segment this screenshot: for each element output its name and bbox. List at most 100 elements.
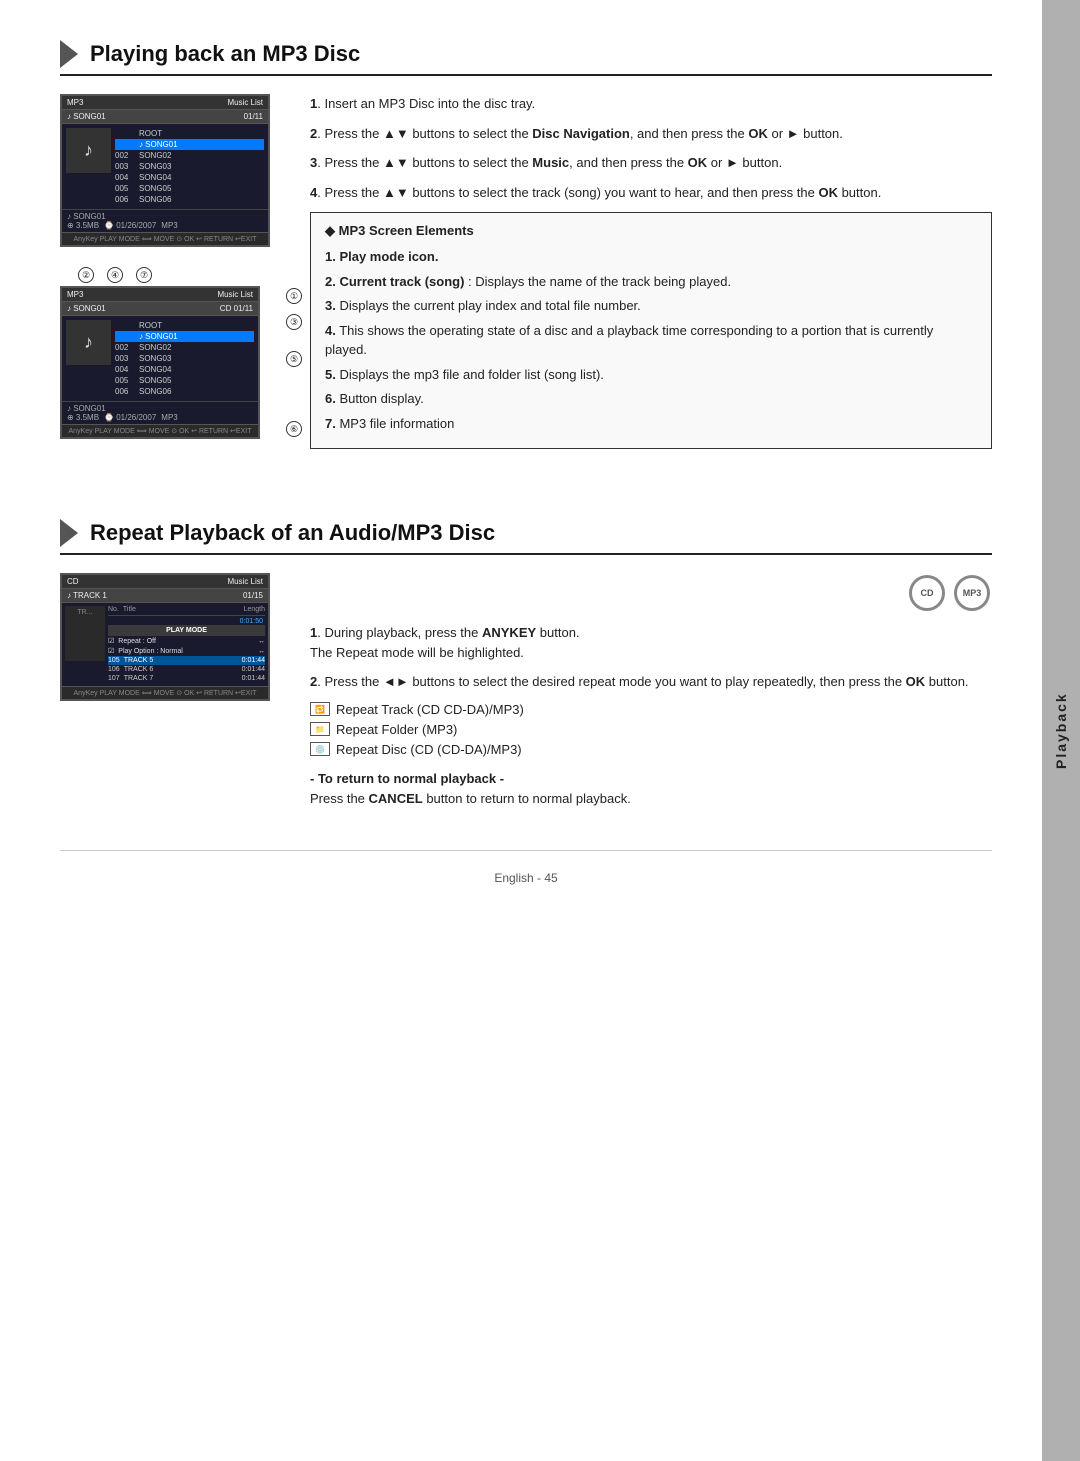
screen1-bottombar: AnyKey PLAY MODE ⟺ MOVE ⊙ OK ↩ RETURN ↩E… <box>62 232 268 245</box>
screen2-content: ♪ ROOT ♪ SONG01 002SONG02 <box>62 316 258 401</box>
callout-item-1: 1. Play mode icon. <box>325 247 977 267</box>
section1-right: 1. Insert an MP3 Disc into the disc tray… <box>310 94 992 449</box>
cd-row-6: 106 TRACK 6 0:01:44 <box>108 665 265 674</box>
anno-top-row: ② ④ ⑦ <box>60 267 280 283</box>
step2-2: 2. Press the ◄► buttons to select the de… <box>310 672 992 692</box>
step2-1: 1. During playback, press the ANYKEY but… <box>310 623 992 662</box>
cd-sub-right: 01/15 <box>243 591 263 600</box>
list-row: 003SONG03 <box>115 353 254 364</box>
list-row-highlighted: ♪ SONG01 <box>115 331 254 342</box>
callout-item-3: 3. Displays the current play index and t… <box>325 296 977 316</box>
screen2-subbar: ♪ SONG01 CD 01/11 <box>62 302 258 316</box>
list-row-highlighted: ♪ SONG01 <box>115 139 264 150</box>
cd-list: No. Title Length 0:01:50 PLAY MODE ☑ Rep… <box>108 606 265 683</box>
callout-title: MP3 Screen Elements <box>325 223 977 239</box>
cd-thumb: TR... <box>65 606 105 661</box>
anno-5: ⑤ <box>286 351 305 367</box>
screen2-topbar: MP3 Music List <box>62 288 258 302</box>
cd-time: 0:01:50 <box>108 618 265 625</box>
screen2-wrapper: ① ③ ⑤ ⑥ <box>60 286 280 439</box>
list-row: ROOT <box>115 320 254 331</box>
cd-row-5: 105 TRACK 5 0:01:44 <box>108 656 265 665</box>
mp3-screen1: MP3 Music List ♪ SONG01 01/11 ♪ ROOT <box>60 94 270 247</box>
callout-item-7: 7. MP3 file information <box>325 414 977 434</box>
section1-steps: 1. Insert an MP3 Disc into the disc tray… <box>310 94 992 202</box>
anno-4: ④ <box>107 267 123 283</box>
callout-box: MP3 Screen Elements 1. Play mode icon. 2… <box>310 212 992 449</box>
section1-title: Playing back an MP3 Disc <box>90 41 360 67</box>
list-row: 002SONG02 <box>115 150 264 161</box>
side-tab: Playback <box>1042 0 1080 1461</box>
screen1-content: ♪ ROOT ♪ SONG01 002SONG02 <box>62 124 268 209</box>
cd-row-7: 107 TRACK 7 0:01:44 <box>108 674 265 683</box>
screen1-topbar: MP3 Music List <box>62 96 268 110</box>
return-label: - To return to normal playback - <box>310 771 504 786</box>
screen2-sub-left: ♪ SONG01 <box>67 304 106 313</box>
cd-icon: CD <box>909 575 945 611</box>
screen1-subbar: ♪ SONG01 01/11 <box>62 110 268 124</box>
repeat-track: 🔁 Repeat Track (CD CD-DA)/MP3) <box>310 702 992 717</box>
list-row: ROOT <box>115 128 264 139</box>
step1: 1. Insert an MP3 Disc into the disc tray… <box>310 94 992 114</box>
return-section: - To return to normal playback - Press t… <box>310 769 992 811</box>
spacer1 <box>60 489 992 519</box>
section2-body: CD Music List ♪ TRACK 1 01/15 TR... <box>60 573 992 810</box>
anno-6: ⑥ <box>286 421 305 437</box>
section2-steps: 1. During playback, press the ANYKEY but… <box>310 623 992 692</box>
list-row: 004SONG04 <box>115 364 254 375</box>
section2-arrow <box>60 519 78 547</box>
cd-subbar: ♪ TRACK 1 01/15 <box>62 589 268 603</box>
screen2-top-right: Music List <box>217 290 253 299</box>
screen1-list: ROOT ♪ SONG01 002SONG02 003SONG03 <box>115 128 264 205</box>
callout-list: 1. Play mode icon. 2. Current track (son… <box>325 247 977 433</box>
cd-top-right: Music List <box>227 577 263 586</box>
cd-screen: CD Music List ♪ TRACK 1 01/15 TR... <box>60 573 270 701</box>
screen1-sub-right: 01/11 <box>244 112 263 121</box>
section1-arrow <box>60 40 78 68</box>
step3: 3. Press the ▲▼ buttons to select the Mu… <box>310 153 992 173</box>
section1-body: MP3 Music List ♪ SONG01 01/11 ♪ ROOT <box>60 94 992 449</box>
callout-item-5: 5. Displays the mp3 file and folder list… <box>325 365 977 385</box>
cd-list-header: No. Title Length <box>108 606 265 616</box>
repeat-folder-label: Repeat Folder (MP3) <box>336 722 457 737</box>
anno-1: ① <box>286 288 305 304</box>
screen1-info: ♪ SONG01 ⊕ 3.5MB ⌚ 01/26/2007 MP3 <box>62 209 268 232</box>
screen1-top-right: Music List <box>227 98 263 107</box>
screen2-bottombar: AnyKey PLAY MODE ⟺ MOVE ⊙ OK ↩ RETURN ↩E… <box>62 424 258 437</box>
repeat-disc-icon: 💿 <box>310 742 330 756</box>
cd-content: TR... No. Title Length 0:01:50 PLAY MODE <box>62 603 268 686</box>
repeat-folder: 📁 Repeat Folder (MP3) <box>310 722 992 737</box>
list-row: 005SONG05 <box>115 183 264 194</box>
anno-3: ③ <box>286 314 305 330</box>
annotated-diagram: ② ④ ⑦ ① ③ <box>60 267 280 439</box>
screen2-list: ROOT ♪ SONG01 002SONG02 00 <box>115 320 254 397</box>
cd-top-left: CD <box>67 577 79 586</box>
screen2-top-left: MP3 <box>67 290 83 299</box>
repeat-disc: 💿 Repeat Disc (CD (CD-DA)/MP3) <box>310 742 992 757</box>
list-row: 006SONG06 <box>115 194 264 205</box>
screen1-top-left: MP3 <box>67 98 83 107</box>
disc-icons-row: CD MP3 <box>310 573 992 613</box>
section2-right: CD MP3 1. During playback, press the ANY… <box>310 573 992 810</box>
step2: 2. Press the ▲▼ buttons to select the Di… <box>310 124 992 144</box>
page-footer: English - 45 <box>60 850 992 895</box>
cd-option-play: ☑ Play Option : Normal ↔ <box>108 646 265 656</box>
list-row: 006SONG06 <box>115 386 254 397</box>
screen2-thumb: ♪ <box>66 320 111 365</box>
list-row: 003SONG03 <box>115 161 264 172</box>
section1-left: MP3 Music List ♪ SONG01 01/11 ♪ ROOT <box>60 94 280 449</box>
screen1-thumb: ♪ <box>66 128 111 173</box>
cd-play-mode: PLAY MODE <box>108 625 265 636</box>
section2-header: Repeat Playback of an Audio/MP3 Disc <box>60 519 992 555</box>
anno-2: ② <box>78 267 94 283</box>
footer-text: English - 45 <box>494 871 557 885</box>
section2-left: CD Music List ♪ TRACK 1 01/15 TR... <box>60 573 280 810</box>
cd-bottombar: AnyKey PLAY MODE ⟺ MOVE ⊙ OK ↩ RETURN ↩E… <box>62 686 268 699</box>
cd-sub-left: ♪ TRACK 1 <box>67 591 107 600</box>
callout-item-2: 2. Current track (song) : Displays the n… <box>325 272 977 292</box>
section1-header: Playing back an MP3 Disc <box>60 40 992 76</box>
callout-item-6: 6. Button display. <box>325 389 977 409</box>
repeat-modes-list: 🔁 Repeat Track (CD CD-DA)/MP3) 📁 Repeat … <box>310 702 992 757</box>
list-row: 005SONG05 <box>115 375 254 386</box>
section2-title: Repeat Playback of an Audio/MP3 Disc <box>90 520 495 546</box>
